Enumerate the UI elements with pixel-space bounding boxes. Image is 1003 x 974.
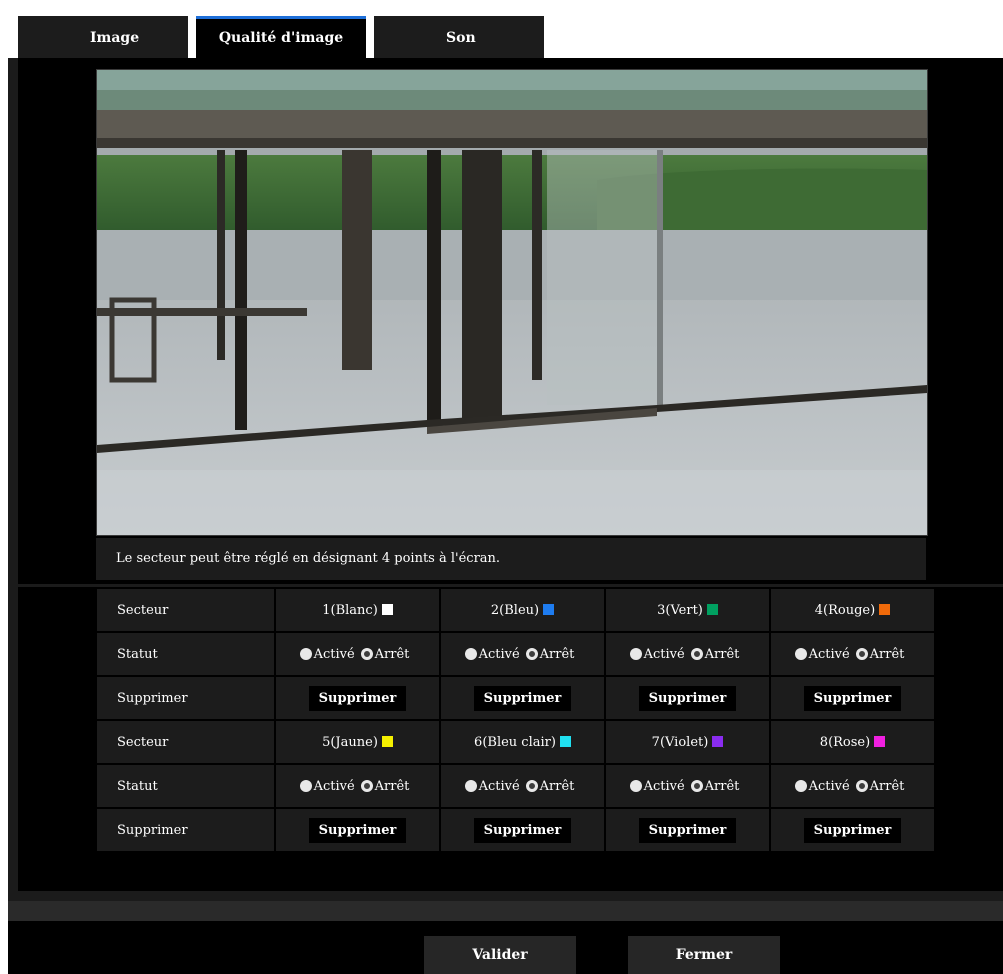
radio-off-label: Arrêt (374, 778, 410, 794)
area-6: 6(Bleu clair) (440, 720, 606, 765)
radio-off[interactable] (855, 779, 868, 792)
color-swatch (879, 603, 891, 615)
area-name: 3(Vert) (657, 602, 703, 618)
color-swatch (381, 735, 393, 747)
area-table: Secteur 1(Blanc) 2(Bleu) 3(Vert) 4(Rouge… (97, 589, 936, 853)
status-radio-group: Activé Arrêt (605, 764, 771, 809)
delete-area-button[interactable]: Supprimer (308, 817, 407, 843)
area-settings: Secteur 1(Blanc) 2(Bleu) 3(Vert) 4(Rouge… (18, 587, 1003, 891)
table-row: Statut Activé Arrêt Activé Arrêt Activé Arr… (97, 764, 936, 809)
area-name: 7(Violet) (651, 734, 709, 750)
area-7: 7(Violet) (605, 720, 771, 765)
radio-off[interactable] (360, 779, 373, 792)
settings-window: Image Qualité d'image Son Le secteur peu… (8, 8, 1003, 974)
fermer-button[interactable]: Fermer (628, 936, 780, 974)
tab-bar: Image Qualité d'image Son (8, 8, 1003, 58)
area-5: 5(Jaune) (275, 720, 441, 765)
color-swatch (543, 603, 555, 615)
status-radio-group: Activé Arrêt (275, 632, 441, 677)
area-name: 4(Rouge) (814, 602, 876, 618)
radio-on[interactable] (629, 779, 642, 792)
radio-off[interactable] (855, 647, 868, 660)
radio-off[interactable] (525, 647, 538, 660)
status-radio-group: Activé Arrêt (770, 632, 936, 677)
color-swatch (559, 735, 571, 747)
instruction-caption: Le secteur peut être réglé en désignant … (96, 538, 926, 580)
radio-on[interactable] (464, 647, 477, 660)
color-swatch (712, 735, 724, 747)
secteur-label: Secteur (97, 720, 276, 765)
radio-on[interactable] (794, 779, 807, 792)
supprimer-label: Supprimer (97, 676, 276, 721)
radio-on-label: Activé (478, 778, 520, 794)
delete-area-button[interactable]: Supprimer (803, 685, 902, 711)
preview-panel: Le secteur peut être réglé en désignant … (18, 58, 1003, 584)
color-swatch (381, 603, 393, 615)
status-radio-group: Activé Arrêt (605, 632, 771, 677)
tab-image-quality[interactable]: Qualité d'image (196, 16, 366, 58)
separator (8, 901, 1003, 921)
table-row: Statut Activé Arrêt Activé Arrêt Activé Arr… (97, 632, 936, 677)
radio-off-label: Arrêt (869, 778, 905, 794)
color-swatch (706, 603, 718, 615)
camera-preview[interactable] (96, 69, 928, 536)
table-row: Secteur 5(Jaune) 6(Bleu clair) 7(Violet)… (97, 720, 936, 765)
status-radio-group: Activé Arrêt (770, 764, 936, 809)
radio-on-label: Activé (313, 646, 355, 662)
radio-on[interactable] (794, 647, 807, 660)
statut-label: Statut (97, 764, 276, 809)
area-name: 8(Rose) (819, 734, 871, 750)
status-radio-group: Activé Arrêt (275, 764, 441, 809)
radio-off-label: Arrêt (704, 778, 740, 794)
radio-off[interactable] (690, 779, 703, 792)
valider-button[interactable]: Valider (424, 936, 576, 974)
delete-area-button[interactable]: Supprimer (638, 817, 737, 843)
delete-area-button[interactable]: Supprimer (473, 817, 572, 843)
radio-on-label: Activé (313, 778, 355, 794)
radio-on[interactable] (299, 779, 312, 792)
delete-area-button[interactable]: Supprimer (638, 685, 737, 711)
secteur-label: Secteur (97, 589, 276, 633)
delete-area-button[interactable]: Supprimer (803, 817, 902, 843)
radio-on-label: Activé (643, 646, 685, 662)
status-radio-group: Activé Arrêt (440, 764, 606, 809)
area-name: 2(Bleu) (490, 602, 540, 618)
area-1: 1(Blanc) (275, 589, 441, 633)
radio-off[interactable] (360, 647, 373, 660)
table-row: Supprimer Supprimer Supprimer Supprimer … (97, 808, 936, 853)
area-3: 3(Vert) (605, 589, 771, 633)
area-8: 8(Rose) (770, 720, 936, 765)
delete-area-button[interactable]: Supprimer (473, 685, 572, 711)
radio-on[interactable] (464, 779, 477, 792)
radio-on[interactable] (299, 647, 312, 660)
tab-image[interactable]: Image (18, 16, 188, 58)
footer-bar: Valider Fermer (8, 921, 1003, 974)
radio-off-label: Arrêt (704, 646, 740, 662)
camera-image (97, 70, 927, 535)
radio-off-label: Arrêt (539, 646, 575, 662)
radio-on-label: Activé (643, 778, 685, 794)
area-name: 1(Blanc) (322, 602, 378, 618)
supprimer-label: Supprimer (97, 808, 276, 853)
radio-off-label: Arrêt (374, 646, 410, 662)
radio-on-label: Activé (808, 778, 850, 794)
table-row: Secteur 1(Blanc) 2(Bleu) 3(Vert) 4(Rouge… (97, 589, 936, 633)
status-radio-group: Activé Arrêt (440, 632, 606, 677)
area-2: 2(Bleu) (440, 589, 606, 633)
radio-on-label: Activé (808, 646, 850, 662)
color-swatch (874, 735, 886, 747)
radio-on[interactable] (629, 647, 642, 660)
radio-off[interactable] (525, 779, 538, 792)
table-row: Supprimer Supprimer Supprimer Supprimer … (97, 676, 936, 721)
radio-off-label: Arrêt (539, 778, 575, 794)
statut-label: Statut (97, 632, 276, 677)
radio-off-label: Arrêt (869, 646, 905, 662)
radio-off[interactable] (690, 647, 703, 660)
area-4: 4(Rouge) (770, 589, 936, 633)
radio-on-label: Activé (478, 646, 520, 662)
area-name: 5(Jaune) (322, 734, 378, 750)
tab-sound[interactable]: Son (374, 16, 544, 58)
area-name: 6(Bleu clair) (474, 734, 556, 750)
delete-area-button[interactable]: Supprimer (308, 685, 407, 711)
